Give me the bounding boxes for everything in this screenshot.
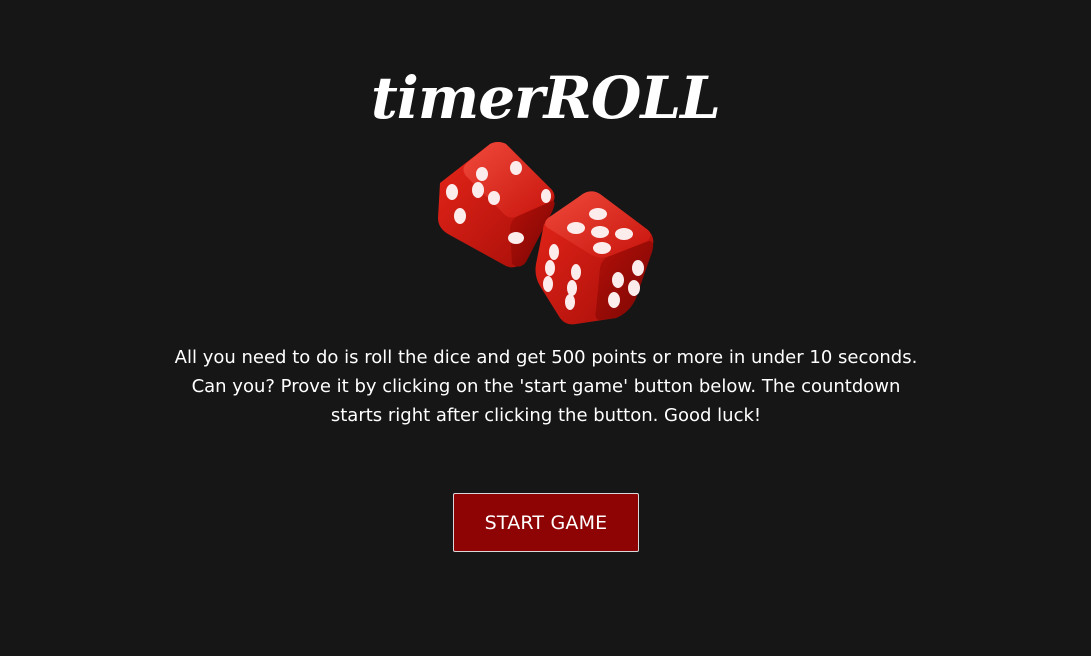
- die-right: [535, 191, 654, 325]
- intro-text: All you need to do is roll the dice and …: [174, 347, 918, 426]
- app-logo: timerROLL: [371, 64, 721, 132]
- dice-icon: [430, 138, 662, 330]
- die-left: [438, 142, 555, 268]
- start-game-button[interactable]: START GAME: [453, 493, 639, 552]
- start-screen: timerROLL All you need to do is roll the…: [0, 0, 1091, 656]
